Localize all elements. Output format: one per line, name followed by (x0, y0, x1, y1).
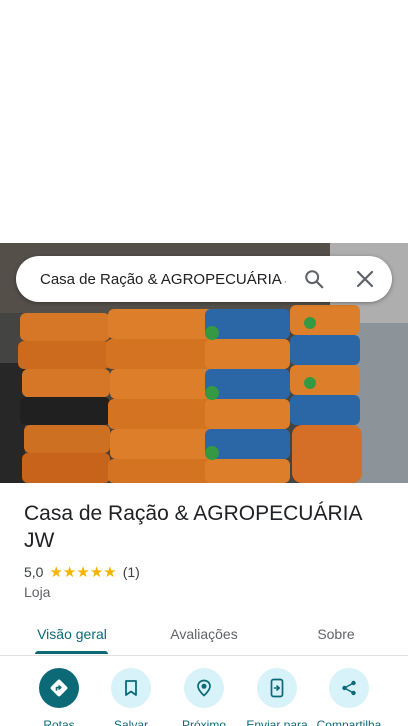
directions-icon (39, 668, 79, 708)
search-icon[interactable] (300, 265, 328, 293)
bookmark-icon (111, 668, 151, 708)
nearby-button[interactable]: Próximo (167, 668, 241, 726)
active-tab-indicator (35, 651, 108, 654)
tab-reviews[interactable]: Avaliações (154, 612, 254, 656)
action-buttons: Rotas Salvar Próximo Enviar para Compart… (0, 668, 408, 726)
send-to-phone-button[interactable]: Enviar para (240, 668, 314, 726)
review-count[interactable]: (1) (123, 564, 140, 580)
tab-about[interactable]: Sobre (296, 612, 376, 656)
rating-value: 5,0 (24, 564, 44, 580)
tab-overview[interactable]: Visão geral (24, 612, 120, 656)
close-icon[interactable] (351, 265, 379, 293)
nearby-label: Próximo (181, 718, 226, 726)
search-input[interactable]: Casa de Ração & AGROPECUÁRIA JW (40, 271, 286, 288)
share-button[interactable]: Compartilha (312, 668, 386, 726)
star-icon: ★ (62, 563, 77, 581)
rating-stars: ★ ★ ★ ★ ★ (49, 565, 116, 580)
star-icon: ★ (103, 563, 117, 581)
share-label: Compartilha (316, 718, 382, 726)
send-to-phone-icon (257, 668, 297, 708)
share-icon (329, 668, 369, 708)
search-bar[interactable]: Casa de Ração & AGROPECUÁRIA JW (16, 256, 392, 302)
place-category: Loja (24, 584, 51, 600)
directions-button[interactable]: Rotas (22, 668, 96, 726)
map-area-blank (0, 0, 408, 243)
save-button[interactable]: Salvar (94, 668, 168, 726)
rating-row[interactable]: 5,0 ★ ★ ★ ★ ★ (1) (24, 563, 140, 581)
star-icon: ★ (89, 563, 104, 581)
place-tabs: Visão geral Avaliações Sobre (0, 612, 408, 656)
star-icon: ★ (49, 563, 63, 581)
star-icon: ★ (76, 563, 90, 581)
place-title: Casa de Ração & AGROPECUÁRIA JW (24, 502, 362, 552)
send-to-phone-label: Enviar para (246, 718, 308, 726)
directions-label: Rotas (43, 718, 75, 726)
nearby-icon (184, 668, 224, 708)
save-label: Salvar (113, 718, 148, 726)
